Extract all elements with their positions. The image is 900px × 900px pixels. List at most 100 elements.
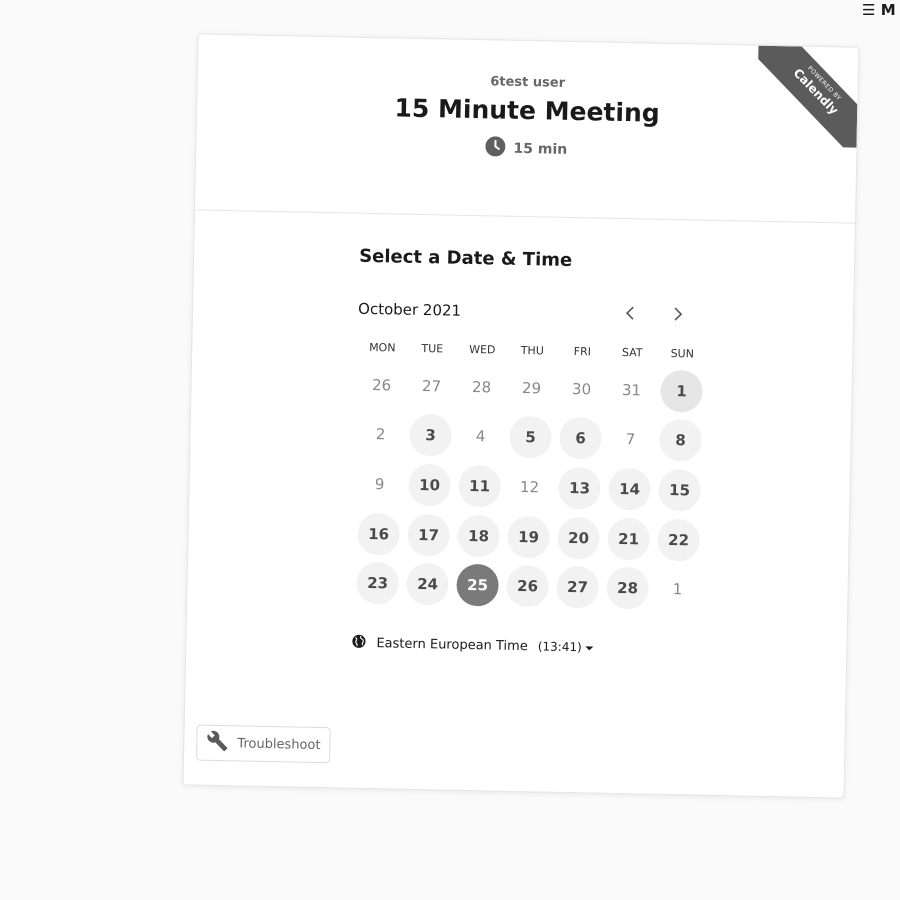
day-cell: 16 <box>353 508 404 559</box>
day-cell: 27 <box>552 562 603 613</box>
calendar-section: Select a Date & Time October 2021 MON TU… <box>186 242 854 662</box>
month-navigation: October 2021 <box>358 295 698 330</box>
day-cell: 14 <box>604 464 655 515</box>
day-button[interactable]: 23 <box>356 561 400 605</box>
timezone-selector[interactable]: Eastern European Time (13:41) <box>351 634 846 663</box>
day-cell: 18 <box>453 510 504 561</box>
day-button[interactable]: 3 <box>409 414 453 457</box>
day-cell: 6 <box>555 413 606 464</box>
day-cell: 26 <box>502 561 553 612</box>
globe-icon <box>351 634 366 653</box>
day-button[interactable]: 16 <box>357 512 401 556</box>
day-label: 31 <box>621 380 642 400</box>
timezone-name: Eastern European Time <box>376 636 528 655</box>
weekday-label: FRI <box>573 345 592 359</box>
day-cell: 7 <box>605 414 656 465</box>
day-cell: 19 <box>503 511 554 562</box>
day-cell: 3 <box>405 410 456 461</box>
day-button[interactable]: 26 <box>506 564 549 608</box>
weekday-label: TUE <box>421 341 444 356</box>
day-cell: 17 <box>403 509 454 560</box>
day-label: 29 <box>521 378 542 398</box>
day-button[interactable]: 22 <box>657 518 700 562</box>
day-button[interactable]: 15 <box>658 468 701 512</box>
day-label: 27 <box>421 376 442 396</box>
day-cell: 9 <box>354 459 405 510</box>
day-button[interactable]: 13 <box>558 466 601 510</box>
duration-label: 15 min <box>513 140 568 158</box>
day-button[interactable]: 11 <box>458 464 502 508</box>
day-cell: 22 <box>653 514 704 565</box>
day-button[interactable]: 6 <box>559 417 602 461</box>
day-cell: 13 <box>554 463 605 514</box>
day-cell: 5 <box>505 412 556 463</box>
day-cell: 28 <box>602 563 653 614</box>
day-button[interactable]: 17 <box>407 513 451 557</box>
day-cell: 23 <box>352 558 403 609</box>
day-cell: 24 <box>402 559 453 610</box>
day-cell: 27 <box>406 361 457 412</box>
hamburger-menu-icon: ☰ <box>862 1 876 19</box>
day-button[interactable]: 24 <box>406 562 450 606</box>
day-label: 30 <box>571 379 592 399</box>
selected-day-button[interactable]: 25 <box>456 563 500 607</box>
day-button[interactable]: 8 <box>659 419 702 463</box>
day-button[interactable]: 14 <box>608 467 651 511</box>
day-label: 26 <box>371 375 392 395</box>
section-title: Select a Date & Time <box>358 245 573 271</box>
day-label: 1 <box>672 580 683 599</box>
weekday-label: SUN <box>670 346 695 361</box>
troubleshoot-label: Troubleshoot <box>237 735 321 753</box>
day-cell: 26 <box>356 360 407 411</box>
chevron-right-icon <box>673 306 683 325</box>
caret-down-icon <box>585 640 594 655</box>
day-cell: 10 <box>404 460 455 511</box>
day-cell: 1 <box>656 366 707 417</box>
day-button[interactable]: 20 <box>557 516 600 560</box>
timezone-time: (13:41) <box>537 639 582 655</box>
day-button[interactable]: 10 <box>408 463 452 507</box>
menu-button[interactable]: ☰ M <box>862 0 896 20</box>
chevron-left-icon <box>625 305 635 324</box>
day-label: 9 <box>374 475 385 494</box>
day-cell: 2 <box>355 409 406 460</box>
day-cell: 15 <box>654 465 705 516</box>
day-cell: 31 <box>606 365 657 416</box>
day-label: 28 <box>471 377 492 397</box>
day-grid: 26 27 28 29 30 31 1 2 3 4 5 6 7 8 9 10 11 12 13 14 15 16 17 18 1… <box>352 360 852 618</box>
weekday-label: MON <box>369 340 396 355</box>
day-button[interactable]: 5 <box>509 416 552 460</box>
day-button[interactable]: 27 <box>556 565 599 609</box>
wrench-icon <box>206 730 229 756</box>
day-cell: 12 <box>504 462 555 513</box>
day-button[interactable]: 18 <box>457 514 501 558</box>
previous-month-button[interactable] <box>616 300 645 329</box>
page: ☰ M POWERED BY Calendly 6test user 15 Mi… <box>0 0 900 900</box>
troubleshoot-button[interactable]: Troubleshoot <box>196 724 331 764</box>
day-cell: 21 <box>603 513 654 564</box>
day-button[interactable]: 19 <box>507 515 550 559</box>
day-cell: 20 <box>553 512 604 563</box>
day-label: 2 <box>375 425 386 444</box>
booking-card: POWERED BY Calendly 6test user 15 Minute… <box>182 33 860 799</box>
day-cell: 4 <box>455 411 506 462</box>
day-label: 7 <box>625 430 636 449</box>
menu-label: M <box>880 1 896 19</box>
weekday-header: MON TUE WED THU FRI SAT SUN <box>357 341 852 364</box>
weekday-label: WED <box>469 342 496 357</box>
event-duration: 15 min <box>485 136 567 162</box>
weekday-label: THU <box>520 343 544 358</box>
day-cell: 25 <box>452 560 503 611</box>
day-cell: 30 <box>556 364 607 415</box>
day-button[interactable]: 21 <box>607 517 650 561</box>
day-cell: 1 <box>652 564 703 615</box>
day-label: 12 <box>519 477 540 497</box>
day-label: 4 <box>475 427 486 446</box>
weekday-label: SAT <box>621 346 643 360</box>
next-month-button[interactable] <box>664 301 693 330</box>
powered-by-ribbon[interactable]: POWERED BY Calendly <box>756 45 859 148</box>
month-label: October 2021 <box>357 299 462 320</box>
day-button[interactable]: 28 <box>606 566 649 610</box>
day-button[interactable]: 1 <box>660 369 703 413</box>
day-cell: 11 <box>454 461 505 512</box>
